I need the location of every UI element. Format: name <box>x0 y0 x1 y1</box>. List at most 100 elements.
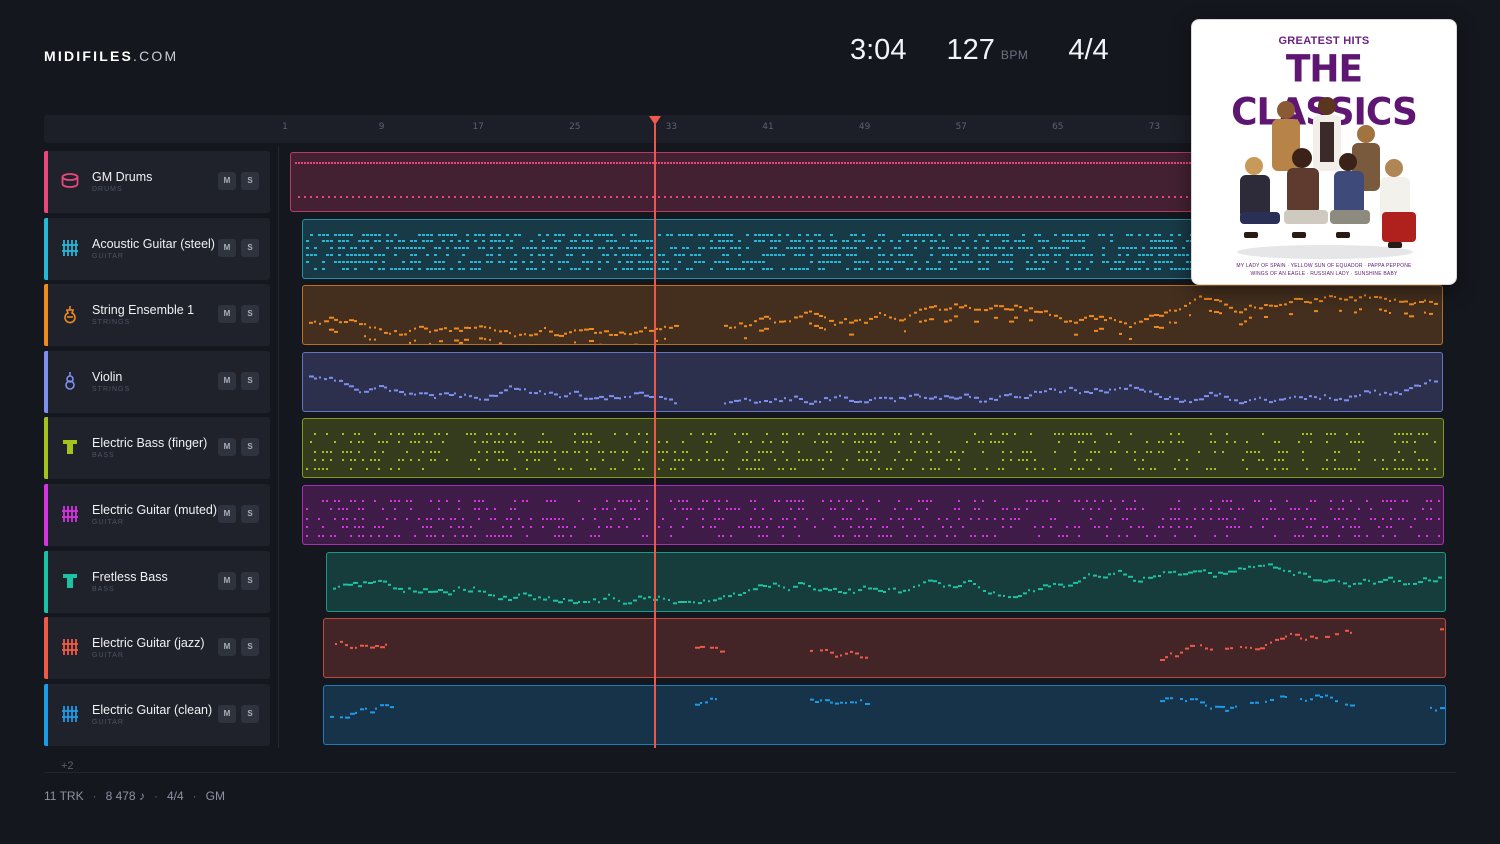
track-header[interactable]: Electric Bass (finger) BASS M S <box>44 417 270 480</box>
mute-button[interactable]: M <box>218 371 236 390</box>
track-name: Electric Guitar (jazz) <box>92 636 205 651</box>
midi-clip[interactable] <box>302 418 1444 479</box>
album-tracklist-line-1: MY LADY OF SPAIN · YELLOW SUN OF EQUADOR… <box>1236 263 1412 269</box>
note-pattern <box>309 375 1438 405</box>
solo-button[interactable]: S <box>241 172 259 190</box>
mute-button[interactable]: M <box>218 704 236 723</box>
track-color-bar <box>44 151 48 213</box>
track-color-bar <box>44 284 48 347</box>
track-name: GM Drums <box>92 170 153 184</box>
track-category: STRINGS <box>92 319 131 327</box>
ruler-bar-label: 49 <box>858 122 871 132</box>
song-tempo-group: 127 BPM <box>946 34 1028 67</box>
footer-separator: · <box>192 789 197 803</box>
track-category: GUITAR <box>92 519 124 526</box>
track-header[interactable]: String Ensemble 1 STRINGS M S <box>44 284 270 347</box>
track-color-bar <box>44 617 48 680</box>
track-header[interactable]: GM Drums DRUMS M S <box>44 151 270 213</box>
track-header[interactable]: Violin STRINGS M S <box>44 350 270 413</box>
ruler-bar-label: 57 <box>955 122 967 132</box>
mute-button[interactable]: M <box>218 238 236 257</box>
track-header[interactable]: Electric Guitar (clean) GUITAR M S <box>44 683 270 746</box>
solo-button[interactable]: S <box>241 638 259 657</box>
ruler-bar-label: 65 <box>1052 122 1064 132</box>
track-category: GUITAR <box>92 652 124 660</box>
track-header[interactable]: Electric Guitar (muted) GUITAR M S <box>44 484 270 546</box>
track-color-bar <box>44 550 48 613</box>
track-category: STRINGS <box>92 385 131 393</box>
bass-icon <box>60 571 80 591</box>
playhead-marker[interactable] <box>649 116 661 125</box>
guitar-grid-icon <box>60 637 80 657</box>
midi-clip[interactable] <box>323 618 1446 679</box>
track-category: GUITAR <box>92 718 124 726</box>
midi-clip[interactable] <box>302 351 1443 412</box>
midi-clip[interactable] <box>302 285 1443 346</box>
midi-clip[interactable] <box>302 485 1444 545</box>
footer-note-count: 8 478 ♪ <box>105 789 145 803</box>
footer-stats: 11 TRK · 8 478 ♪ · 4/4 · GM <box>44 789 225 803</box>
ruler-bar-label: 1 <box>282 122 288 132</box>
mute-button[interactable]: M <box>218 172 236 190</box>
brand-logo-light: .COM <box>133 48 179 64</box>
song-tempo: 127 <box>946 34 995 66</box>
midi-clip[interactable] <box>326 551 1446 612</box>
playhead-line[interactable] <box>654 124 656 748</box>
note-pattern <box>309 294 1438 345</box>
track-header[interactable]: Fretless Bass BASS M S <box>44 550 270 613</box>
track-category: BASS <box>92 452 115 460</box>
solo-button[interactable]: S <box>241 438 259 457</box>
track-name: Acoustic Guitar (steel) <box>92 236 215 251</box>
track-color-bar <box>44 484 48 546</box>
mute-button[interactable]: M <box>218 571 236 590</box>
guitar-grid-icon <box>60 238 80 258</box>
solo-button[interactable]: S <box>241 305 259 324</box>
brand-logo[interactable]: MIDIFILES.COM <box>44 48 178 64</box>
mute-button[interactable]: M <box>218 638 236 657</box>
solo-button[interactable]: S <box>241 704 259 723</box>
album-cover[interactable]: GREATEST HITS THE CLASSICS MY LADY OF SP… <box>1191 19 1457 285</box>
song-duration: 3:04 <box>850 34 907 66</box>
ruler-bar-label: 33 <box>665 122 678 132</box>
ruler-bar-label: 41 <box>762 122 774 132</box>
track-color-bar <box>44 417 48 480</box>
track-color-bar <box>44 350 48 413</box>
note-pattern <box>335 628 1444 662</box>
guitar-grid-icon <box>60 704 80 724</box>
hidden-tracks-count[interactable]: +2 <box>61 760 74 772</box>
footer-divider <box>44 772 1456 773</box>
bass-icon <box>60 437 80 457</box>
tempo-unit: BPM <box>1000 48 1029 62</box>
strings-icon <box>60 304 80 324</box>
guitar-grid-icon <box>60 504 80 524</box>
footer-separator: · <box>92 789 97 803</box>
album-subtitle: GREATEST HITS <box>1278 35 1370 47</box>
track-name: Electric Guitar (muted) <box>92 503 218 517</box>
track-name: String Ensemble 1 <box>92 303 195 318</box>
track-category: BASS <box>92 585 115 593</box>
track-color-bar <box>44 683 48 746</box>
midi-clip[interactable] <box>323 684 1446 745</box>
track-header[interactable]: Acoustic Guitar (steel) GUITAR M S <box>44 217 270 280</box>
mute-button[interactable]: M <box>218 305 236 324</box>
solo-button[interactable]: S <box>241 571 259 590</box>
track-name: Electric Bass (finger) <box>92 436 208 451</box>
song-stats: 3:04 127 BPM 4/4 <box>850 34 1109 67</box>
mute-button[interactable]: M <box>218 438 236 457</box>
album-tracklist-line-2: WINGS OF AN EAGLE · RUSSIAN LADY · SUNSH… <box>1250 271 1398 277</box>
track-header[interactable]: Electric Guitar (jazz) GUITAR M S <box>44 617 270 680</box>
solo-button[interactable]: S <box>241 505 259 523</box>
ruler-bar-label: 25 <box>569 122 581 132</box>
drum-icon <box>60 171 80 191</box>
footer-separator: · <box>153 789 158 803</box>
ruler-bar-label: 17 <box>472 122 484 132</box>
solo-button[interactable]: S <box>241 238 259 257</box>
mute-button[interactable]: M <box>218 505 236 523</box>
note-pattern <box>306 500 1440 537</box>
brand-logo-bold: MIDIFILES <box>44 48 134 64</box>
ruler-bar-label: 9 <box>378 122 385 132</box>
ruler-bar-label: 73 <box>1148 122 1161 132</box>
solo-button[interactable]: S <box>241 371 259 390</box>
note-pattern <box>333 562 1442 605</box>
note-pattern <box>330 694 1445 719</box>
